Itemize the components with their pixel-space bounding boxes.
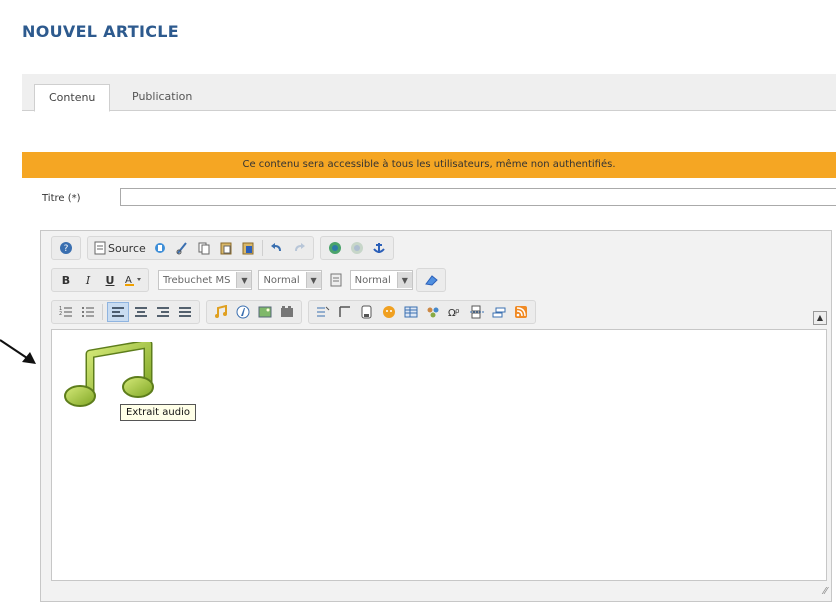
frame-icon[interactable] (335, 303, 355, 321)
title-input[interactable] (120, 188, 836, 206)
tab-contenu[interactable]: Contenu (34, 84, 111, 112)
tab-bar: Contenu Publication (22, 74, 836, 112)
bulleted-list-icon[interactable] (78, 303, 98, 321)
toolbar-group-eraser (415, 268, 446, 292)
undo-icon[interactable] (267, 239, 287, 257)
font-size-select[interactable]: Normal ▼ (258, 270, 322, 290)
preview-icon[interactable] (150, 239, 170, 257)
toolbar-group-insert: Ωρ (308, 300, 536, 324)
image-icon[interactable] (255, 303, 275, 321)
rich-text-editor: ? Source B I U A Trebuchet MS ▼ Normal ▼… (40, 230, 832, 602)
page-title: NOUVEL ARTICLE (22, 22, 179, 41)
bold-button[interactable]: B (56, 271, 76, 289)
table-icon[interactable] (401, 303, 421, 321)
svg-text:ρ: ρ (455, 307, 460, 315)
format-select[interactable]: Normal ▼ (349, 270, 413, 290)
video-icon[interactable] (277, 303, 297, 321)
collapse-toolbar-button[interactable]: ▲ (813, 311, 827, 325)
svg-text:?: ? (64, 244, 69, 254)
editor-content-area[interactable]: Extrait audio (51, 329, 827, 581)
special-char-icon[interactable]: Ωρ (445, 303, 465, 321)
copy-icon[interactable] (194, 239, 214, 257)
chevron-down-icon: ▼ (305, 272, 321, 288)
paste-icon[interactable] (216, 239, 236, 257)
unlink-icon[interactable] (347, 239, 367, 257)
format-value: Normal (354, 274, 391, 286)
toolbar-group-links (319, 236, 394, 260)
toolbar-row-1: ? Source (51, 236, 400, 260)
page-break-icon[interactable] (467, 303, 487, 321)
anchor-icon[interactable] (369, 239, 389, 257)
source-icon (94, 241, 106, 255)
underline-button[interactable]: U (100, 271, 120, 289)
widget-icon[interactable] (423, 303, 443, 321)
toolbar-separator (102, 304, 103, 320)
visibility-notice: Ce contenu sera accessible à tous les ut… (22, 152, 836, 178)
pointer-arrow-icon (0, 339, 36, 364)
help-icon[interactable]: ? (56, 239, 76, 257)
text-color-icon[interactable]: A (122, 271, 144, 289)
resize-handle-icon[interactable]: ⁄⁄ (824, 586, 827, 597)
toolbar-group-basic-styles: B I U A (51, 268, 149, 292)
font-name-select[interactable]: Trebuchet MS ▼ (158, 270, 253, 290)
eraser-icon[interactable] (421, 271, 441, 289)
flash-icon[interactable] (233, 303, 253, 321)
toolbar-row-3: 12 Ωρ (51, 300, 542, 324)
align-center-icon[interactable] (131, 303, 151, 321)
rss-icon[interactable] (511, 303, 531, 321)
toolbar-row-2: B I U A Trebuchet MS ▼ Normal ▼ Normal ▼ (51, 268, 452, 292)
paste-word-icon[interactable] (238, 239, 258, 257)
title-label: Titre (*) (42, 193, 81, 204)
form-field-icon[interactable] (489, 303, 509, 321)
smiley-icon[interactable] (379, 303, 399, 321)
toolbar-group-clipboard: Source (87, 236, 314, 260)
chevron-down-icon: ▼ (396, 272, 412, 288)
toolbar-group-lists: 12 (51, 300, 200, 324)
svg-text:2: 2 (59, 311, 62, 317)
document-icon[interactable] (357, 303, 377, 321)
align-right-icon[interactable] (153, 303, 173, 321)
chevron-down-icon: ▼ (236, 272, 252, 288)
source-label: Source (108, 241, 146, 255)
audio-tooltip: Extrait audio (120, 404, 196, 421)
redo-icon[interactable] (289, 239, 309, 257)
toolbar-group-help: ? (51, 236, 81, 260)
font-name-value: Trebuchet MS (163, 274, 231, 286)
align-justify-icon[interactable] (175, 303, 195, 321)
paste-text-icon[interactable] (326, 271, 346, 289)
template-list-icon[interactable] (313, 303, 333, 321)
tab-publication[interactable]: Publication (118, 84, 206, 110)
italic-button[interactable]: I (78, 271, 98, 289)
align-left-icon[interactable] (107, 302, 129, 322)
audio-icon[interactable] (211, 303, 231, 321)
cut-icon[interactable] (172, 239, 192, 257)
link-icon[interactable] (325, 239, 345, 257)
font-size-value: Normal (263, 274, 300, 286)
source-button[interactable]: Source (92, 239, 148, 257)
audio-music-note-icon[interactable] (62, 339, 154, 412)
toolbar-group-media (206, 300, 302, 324)
numbered-list-icon[interactable]: 12 (56, 303, 76, 321)
toolbar-separator (261, 240, 263, 256)
